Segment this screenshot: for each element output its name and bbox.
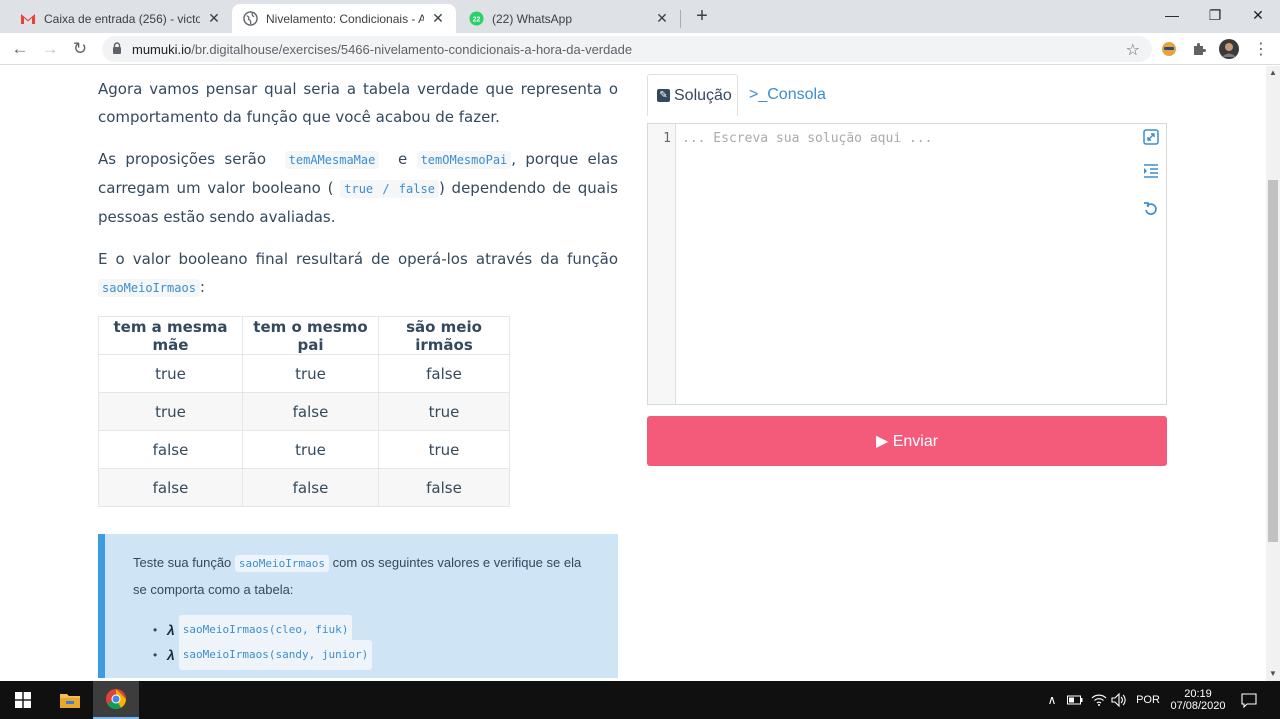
table-cell: true — [98, 392, 243, 431]
hint-list: • λ saoMeioIrmaos(cleo, fiuk) • λ saoMei… — [133, 614, 590, 670]
tab-title: Nivelamento: Condicionais - A hora — [266, 11, 424, 26]
code-saoMeioIrmaos: saoMeioIrmaos — [98, 279, 200, 297]
window-close-button[interactable]: ✕ — [1235, 0, 1280, 30]
profile-avatar[interactable] — [1218, 38, 1240, 60]
paragraph-intro: Agora vamos pensar qual seria a tabela v… — [98, 80, 618, 126]
table-cell: true — [242, 354, 379, 393]
close-icon[interactable]: ✕ — [654, 10, 670, 27]
code-example: saoMeioIrmaos(sandy, junior) — [178, 639, 373, 670]
minimize-button[interactable]: — — [1149, 0, 1195, 30]
editor-placeholder[interactable]: ... Escreva sua solução aqui ... — [682, 131, 932, 146]
code-boolean: true / false — [340, 180, 439, 198]
table-cell: false — [378, 468, 510, 507]
menu-kebab-icon[interactable]: ⋮ — [1250, 38, 1272, 60]
table-cell: false — [242, 468, 379, 507]
browser-tab-strip: Caixa de entrada (256) - victorbs ✕ Nive… — [0, 0, 1280, 33]
file-explorer-icon[interactable] — [47, 681, 93, 719]
table-row: false true true — [98, 430, 510, 469]
edit-icon: ✎ — [657, 89, 670, 102]
hint-box: Teste sua função saoMeioIrmaos com os se… — [98, 534, 618, 678]
chrome-taskbar-icon[interactable] — [93, 681, 139, 719]
hint-text: Teste sua função saoMeioIrmaos com os se… — [133, 555, 582, 597]
bookmark-star-icon[interactable]: ☆ — [1126, 40, 1140, 60]
clock-date: 07/08/2020 — [1170, 700, 1226, 712]
tab-title: (22) WhatsApp — [492, 11, 573, 26]
indent-icon[interactable] — [1142, 164, 1160, 182]
lambda-icon: λ — [167, 621, 175, 638]
tab-whatsapp[interactable]: 22 (22) WhatsApp ✕ — [458, 4, 680, 33]
forward-arrow-icon[interactable]: → — [38, 37, 62, 61]
chevron-up-icon[interactable]: ∧ — [1044, 681, 1060, 719]
table-header-row: tem a mesma mãe tem o mesmo pai são meio… — [98, 316, 510, 355]
windows-taskbar: ∧ POR 20:19 07/08/2020 — [0, 681, 1280, 719]
extension-icon[interactable] — [1158, 38, 1180, 60]
taskbar-clock[interactable]: 20:19 07/08/2020 — [1166, 681, 1230, 719]
whatsapp-icon: 22 — [468, 11, 484, 27]
paragraph-propositions: As proposições serão temAMesmaMae e temO… — [98, 150, 618, 226]
truth-table: tem a mesma mãe tem o mesmo pai são meio… — [98, 316, 510, 507]
tab-gmail[interactable]: Caixa de entrada (256) - victorbs ✕ — [10, 4, 232, 33]
table-cell: true — [378, 430, 510, 469]
code-editor[interactable]: 1 ... Escreva sua solução aqui ... — [647, 123, 1167, 405]
code-temOMesmoPai: temOMesmoPai — [416, 151, 512, 169]
page-content: Agora vamos pensar qual seria a tabela v… — [0, 66, 1266, 681]
url-path: /br.digitalhouse/exercises/5466-nivelame… — [191, 41, 633, 57]
line-gutter: 1 — [648, 124, 676, 404]
new-tab-button[interactable]: + — [690, 4, 714, 28]
table-header: são meio irmãos — [378, 316, 510, 355]
paragraph-final-value: E o valor booleano final resultará de op… — [98, 250, 618, 297]
table-cell: false — [98, 430, 243, 469]
code-saoMeioIrmaos: saoMeioIrmaos — [234, 555, 330, 572]
wifi-icon[interactable] — [1090, 681, 1108, 719]
reset-icon[interactable] — [1142, 201, 1160, 219]
tab-title: Caixa de entrada (256) - victorbs — [44, 11, 200, 26]
volume-icon[interactable] — [1110, 681, 1128, 719]
table-row: true true false — [98, 354, 510, 393]
notifications-icon[interactable] — [1234, 681, 1264, 719]
reload-icon[interactable]: ↻ — [68, 37, 92, 61]
table-cell: true — [378, 392, 510, 431]
code-temAMesmaMae: temAMesmaMae — [284, 151, 380, 169]
globe-icon — [242, 11, 258, 27]
windows-start-icon[interactable] — [0, 681, 46, 719]
scroll-up-icon[interactable]: ▲ — [1266, 66, 1280, 80]
tab-solution[interactable]: ✎ Solução — [647, 74, 738, 116]
lambda-icon: λ — [167, 646, 175, 663]
restore-button[interactable]: ❐ — [1192, 0, 1238, 30]
puzzle-extensions-icon[interactable] — [1188, 38, 1210, 60]
list-item: • λ saoMeioIrmaos(sandy, junior) — [153, 639, 590, 670]
tab-mumuki[interactable]: Nivelamento: Condicionais - A hora ✕ — [232, 4, 456, 33]
table-cell: false — [378, 354, 510, 393]
battery-icon[interactable] — [1066, 681, 1084, 719]
tab-console[interactable]: >_Consola — [749, 74, 826, 116]
list-item: • λ saoMeioIrmaos(cleo, fiuk) — [153, 614, 590, 645]
scroll-down-icon[interactable]: ▼ — [1266, 667, 1280, 681]
page-scrollbar[interactable]: ▲ ▼ — [1266, 66, 1280, 681]
back-arrow-icon[interactable]: ← — [8, 37, 32, 61]
table-header: tem o mesmo pai — [242, 316, 379, 355]
url-host: mumuki.io — [132, 41, 192, 57]
close-icon[interactable]: ✕ — [206, 10, 222, 27]
table-cell: false — [242, 392, 379, 431]
fullscreen-icon[interactable] — [1142, 129, 1160, 147]
table-row: false false false — [98, 468, 510, 507]
clock-time: 20:19 — [1184, 688, 1212, 700]
submit-button[interactable]: ▶ Enviar — [647, 416, 1167, 466]
browser-toolbar: ← → ↻ mumuki.io/br.digitalhouse/exercise… — [0, 33, 1280, 65]
table-cell: false — [98, 468, 243, 507]
exercise-description: Agora vamos pensar qual seria a tabela v… — [98, 75, 618, 507]
scrollbar-thumb[interactable] — [1268, 180, 1278, 542]
svg-text:22: 22 — [472, 16, 480, 23]
gmail-icon — [20, 11, 36, 27]
lock-icon — [112, 41, 122, 57]
input-language[interactable]: POR — [1134, 681, 1162, 719]
table-row: true false true — [98, 392, 510, 431]
address-bar[interactable]: mumuki.io/br.digitalhouse/exercises/5466… — [102, 36, 1152, 62]
close-icon[interactable]: ✕ — [430, 10, 446, 27]
table-cell: true — [98, 354, 243, 393]
table-header: tem a mesma mãe — [98, 316, 243, 355]
table-cell: true — [242, 430, 379, 469]
tab-separator — [680, 10, 681, 28]
